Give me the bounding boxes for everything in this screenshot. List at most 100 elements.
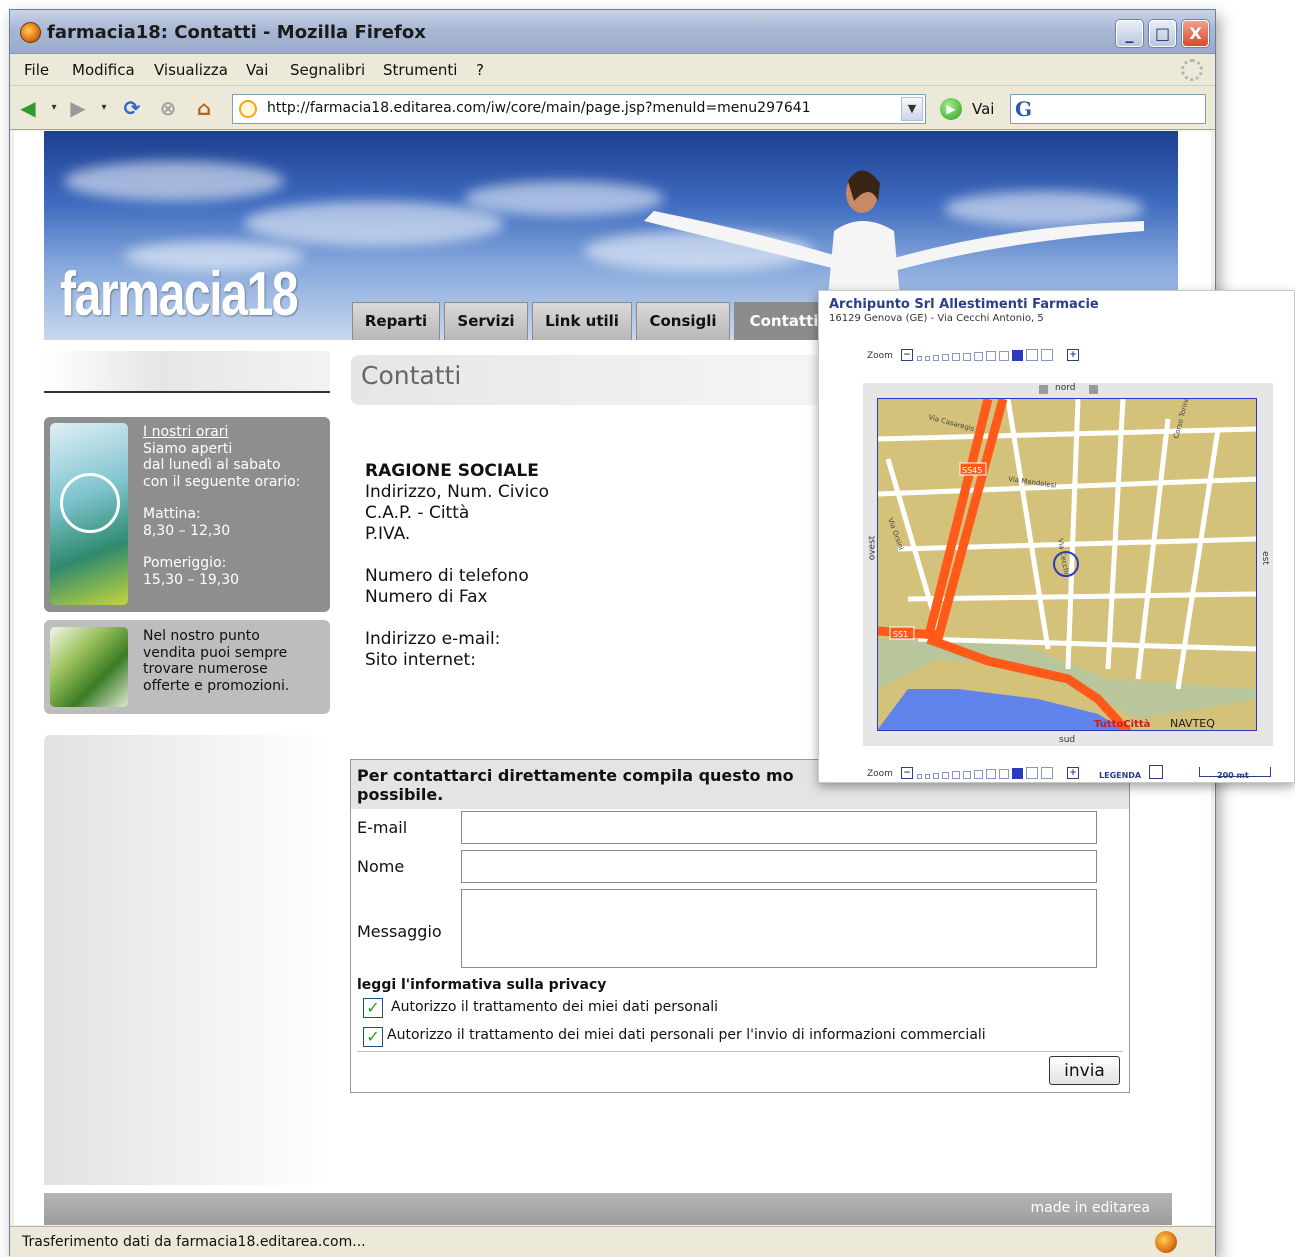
zoom-step[interactable] <box>942 772 949 779</box>
stop-icon[interactable]: ⊗ <box>156 96 180 120</box>
company-fax: Numero di Fax <box>365 587 488 607</box>
hours-link[interactable]: I nostri orari <box>143 424 300 441</box>
site-logo[interactable]: farmacia18 <box>60 259 299 330</box>
map-north[interactable]: nord <box>1055 383 1075 393</box>
zoom-step[interactable] <box>1012 350 1023 361</box>
promo-text: offerte e promozioni. <box>143 677 290 694</box>
zoom-step[interactable] <box>933 355 939 361</box>
afternoon-label: Pomeriggio: <box>143 555 227 571</box>
tab-consigli[interactable]: Consigli <box>636 302 730 340</box>
zoom-out-icon[interactable]: − <box>901 767 913 779</box>
tab-link-utili[interactable]: Link utili <box>532 302 632 340</box>
close-button[interactable]: X <box>1182 20 1209 47</box>
back-dropdown-icon[interactable]: ▾ <box>42 96 66 120</box>
cloud <box>244 201 504 246</box>
privacy-link[interactable]: leggi l'informativa sulla privacy <box>357 977 606 993</box>
map-east[interactable]: est <box>1260 551 1270 565</box>
zoom-label: Zoom <box>867 769 893 779</box>
zoom-out-icon[interactable]: − <box>901 349 913 361</box>
consent1-checkbox[interactable]: ✓ <box>363 998 383 1018</box>
zoom-step[interactable] <box>952 771 960 779</box>
footer-credit[interactable]: made in editarea <box>1031 1200 1150 1216</box>
address-bar[interactable]: http://farmacia18.editarea.com/iw/core/m… <box>232 94 926 124</box>
menu-help[interactable]: ? <box>476 61 484 79</box>
map-provider: NAVTEQ <box>1170 717 1215 730</box>
pan-north-icon[interactable] <box>1039 385 1048 394</box>
legend-icon[interactable] <box>1149 765 1163 779</box>
name-field[interactable] <box>461 850 1097 883</box>
map-title: Archipunto Srl Allestimenti Farmacie <box>829 297 1099 312</box>
menu-visualizza[interactable]: Visualizza <box>154 61 228 79</box>
forward-arrow-icon[interactable]: ▶ <box>66 96 90 120</box>
submit-button[interactable]: invia <box>1049 1056 1120 1085</box>
zoom-step[interactable] <box>917 774 922 779</box>
zoom-step[interactable] <box>1041 767 1053 779</box>
zoom-step[interactable] <box>999 351 1009 361</box>
company-info: RAGIONE SOCIALE Indirizzo, Num. Civico C… <box>365 461 549 671</box>
zoom-step[interactable] <box>917 356 922 361</box>
street-map[interactable]: SS45 SS1 Via Casaregis Via Cecchi Via Ma… <box>878 399 1257 731</box>
map-legend[interactable]: LEGENDA <box>1099 771 1141 780</box>
map-canvas[interactable]: SS45 SS1 Via Casaregis Via Cecchi Via Ma… <box>877 398 1257 731</box>
page-title: Contatti <box>361 361 462 390</box>
map-west[interactable]: ovest <box>867 536 877 561</box>
pan-north-icon[interactable] <box>1089 385 1098 394</box>
menu-vai[interactable]: Vai <box>246 61 268 79</box>
zoom-step[interactable] <box>974 770 983 779</box>
clock-image <box>50 423 128 605</box>
zoom-in-icon[interactable]: + <box>1067 349 1079 361</box>
company-website: Sito internet: <box>365 650 476 670</box>
company-name: RAGIONE SOCIALE <box>365 461 539 481</box>
zoom-step[interactable] <box>1012 768 1023 779</box>
promo-text: trovare numerose <box>143 661 268 677</box>
menu-modifica[interactable]: Modifica <box>72 61 135 79</box>
firefox-status-icon[interactable] <box>1155 1231 1177 1253</box>
maximize-button[interactable]: □ <box>1149 20 1176 47</box>
zoom-step[interactable] <box>942 354 949 361</box>
message-label: Messaggio <box>357 922 442 941</box>
zoom-step[interactable] <box>1041 349 1053 361</box>
zoom-step[interactable] <box>986 769 996 779</box>
minimize-button[interactable]: _ <box>1116 20 1143 47</box>
zoom-step[interactable] <box>925 356 930 361</box>
zoom-step[interactable] <box>925 774 930 779</box>
home-icon[interactable]: ⌂ <box>192 96 216 120</box>
google-search-icon[interactable]: G <box>1015 97 1032 121</box>
company-cap-city: C.A.P. - Città <box>365 503 470 523</box>
page-favicon-icon <box>239 100 257 118</box>
zoom-step[interactable] <box>986 351 996 361</box>
zoom-step[interactable] <box>1026 349 1038 361</box>
zoom-step[interactable] <box>952 353 960 361</box>
zoom-step[interactable] <box>1026 767 1038 779</box>
menu-segnalibri[interactable]: Segnalibri <box>290 61 365 79</box>
email-field[interactable] <box>461 811 1097 844</box>
message-field[interactable] <box>461 889 1097 968</box>
zoom-step[interactable] <box>974 352 983 361</box>
zoom-step[interactable] <box>999 769 1009 779</box>
hours-text: con il seguente orario: <box>143 473 301 490</box>
zoom-in-icon[interactable]: + <box>1067 767 1079 779</box>
tab-servizi[interactable]: Servizi <box>444 302 528 340</box>
consent2-label: Autorizzo il trattamento dei miei dati p… <box>387 1027 986 1043</box>
zoom-step[interactable] <box>963 771 971 779</box>
tab-reparti[interactable]: Reparti <box>352 302 440 340</box>
map-south[interactable]: sud <box>1059 735 1075 745</box>
hours-text: dal lunedì al sabato <box>143 457 281 473</box>
zoom-step[interactable] <box>963 353 971 361</box>
status-text: Trasferimento dati da farmacia18.editare… <box>22 1234 366 1250</box>
go-button[interactable]: Vai <box>972 100 994 118</box>
menu-strumenti[interactable]: Strumenti <box>383 61 457 79</box>
reload-icon[interactable]: ⟳ <box>120 96 144 120</box>
title-bar[interactable]: farmacia18: Contatti - Mozilla Firefox _… <box>10 10 1215 54</box>
consent2-checkbox[interactable]: ✓ <box>363 1027 383 1047</box>
address-text[interactable]: http://farmacia18.editarea.com/iw/core/m… <box>267 100 811 116</box>
forward-dropdown-icon[interactable]: ▾ <box>92 96 116 120</box>
menu-file[interactable]: File <box>24 61 49 79</box>
search-box[interactable]: G <box>1010 94 1206 124</box>
go-icon[interactable]: ▶ <box>940 98 962 120</box>
zoom-step[interactable] <box>933 773 939 779</box>
back-arrow-icon[interactable]: ◀ <box>16 96 40 120</box>
address-dropdown-icon[interactable]: ▼ <box>901 97 923 121</box>
company-email: Indirizzo e-mail: <box>365 629 501 649</box>
zoom-label: Zoom <box>867 351 893 361</box>
